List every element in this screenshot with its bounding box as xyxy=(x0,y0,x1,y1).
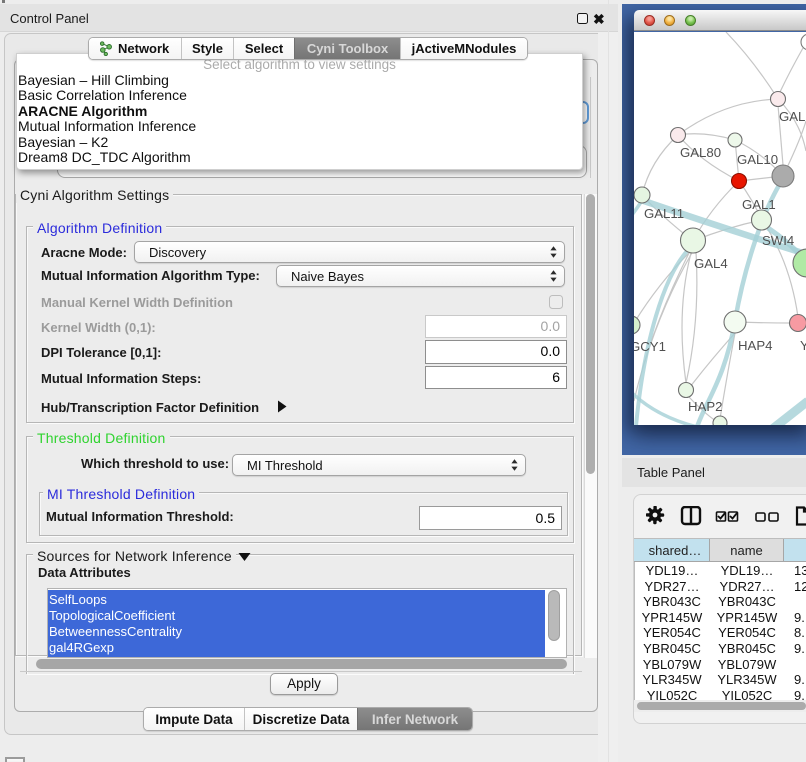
svg-text:HAP4: HAP4 xyxy=(738,338,772,353)
svg-text:HAP2: HAP2 xyxy=(688,399,722,414)
svg-text:Y: Y xyxy=(800,338,806,353)
svg-text:SWI4: SWI4 xyxy=(762,233,794,248)
svg-text:GAL4: GAL4 xyxy=(694,256,728,271)
svg-text:GAL80: GAL80 xyxy=(680,145,721,160)
svg-text:GAL10: GAL10 xyxy=(737,152,778,167)
svg-text:GAL7: GAL7 xyxy=(779,109,806,124)
svg-text:GAL1: GAL1 xyxy=(742,197,776,212)
svg-text:GAL11: GAL11 xyxy=(644,206,684,221)
svg-text:GCY1: GCY1 xyxy=(634,339,666,354)
